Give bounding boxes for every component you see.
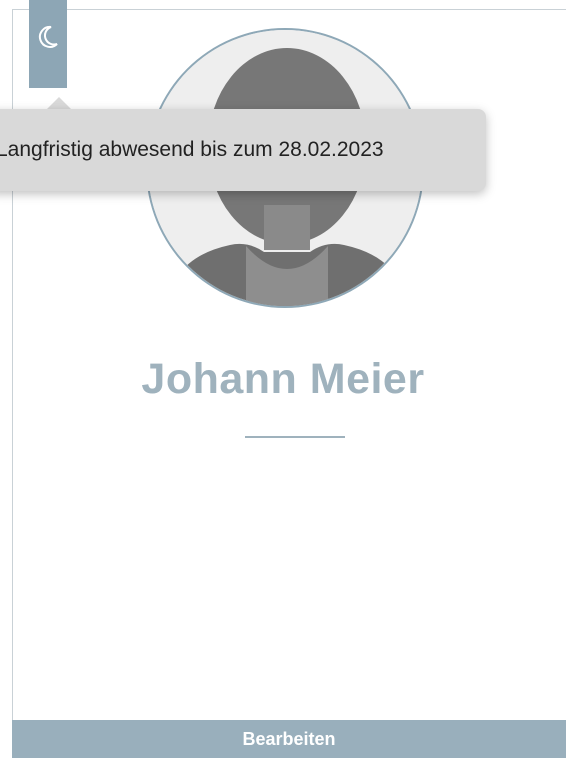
name-divider	[245, 436, 345, 438]
tooltip-arrow	[47, 97, 71, 109]
tooltip-text: Langfristig abwesend bis zum 28.02.2023	[0, 138, 384, 161]
profile-name: Johann Meier	[141, 355, 425, 403]
moon-icon	[38, 25, 58, 48]
edit-button[interactable]: Bearbeiten	[12, 720, 566, 758]
absence-tooltip: Langfristig abwesend bis zum 28.02.2023	[0, 109, 486, 191]
absence-status-tab[interactable]	[29, 0, 67, 88]
